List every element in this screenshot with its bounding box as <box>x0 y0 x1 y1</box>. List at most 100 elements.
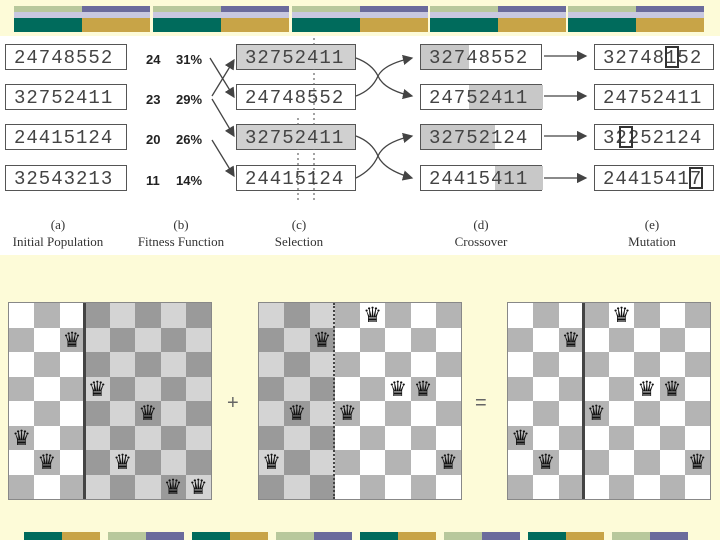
board-square <box>34 474 60 499</box>
board-square <box>160 401 186 426</box>
board-square <box>609 376 635 401</box>
board-square <box>684 303 710 328</box>
board-square <box>284 376 310 401</box>
board-square <box>9 401 35 426</box>
board-square <box>135 450 161 475</box>
board-square <box>558 303 584 328</box>
board-square <box>508 474 534 499</box>
population-string: 32752411 <box>5 84 127 110</box>
board-square <box>309 376 335 401</box>
plus-sign: + <box>227 392 239 414</box>
mutated-string: 32748152 <box>594 44 714 70</box>
deco-segment <box>108 532 146 540</box>
queen-icon: ♛ <box>511 425 530 450</box>
board-square <box>259 303 285 328</box>
board-square <box>59 474 85 499</box>
board-square <box>34 303 60 328</box>
board-square <box>508 327 534 352</box>
board-square <box>284 303 310 328</box>
board-square <box>659 425 685 450</box>
board-square <box>9 450 35 475</box>
board-square <box>84 425 110 450</box>
board-square <box>110 474 136 499</box>
board-square <box>334 352 360 377</box>
queen-icon: ♛ <box>262 450 281 474</box>
board-square <box>160 352 186 377</box>
deco-segment <box>276 532 314 540</box>
board-square <box>634 401 660 426</box>
board-square <box>259 474 285 499</box>
board-square <box>135 303 161 328</box>
board-square <box>558 376 584 401</box>
board-square <box>185 352 211 377</box>
board-square <box>110 327 136 352</box>
board-square <box>185 376 211 401</box>
board-square <box>533 303 559 328</box>
mutation-marker <box>665 46 679 68</box>
selected-string: 24415124 <box>236 165 356 191</box>
population-string: 24415124 <box>5 124 127 150</box>
board-square <box>583 474 609 499</box>
deco-segment <box>314 532 352 540</box>
deco-segment <box>528 532 566 540</box>
board-square <box>309 352 335 377</box>
selected-string: 32752411 <box>236 44 356 70</box>
board-square <box>385 303 411 328</box>
equals-sign: = <box>475 392 487 414</box>
board-square <box>259 327 285 352</box>
queen-icon: ♛ <box>586 401 606 425</box>
queen-icon: ♛ <box>312 327 332 352</box>
board-square <box>659 474 685 499</box>
board-square <box>284 352 310 377</box>
board-square <box>684 327 710 352</box>
deco-segment <box>482 532 520 540</box>
board-square <box>34 401 60 426</box>
board-square <box>508 450 534 475</box>
board-square <box>34 352 60 377</box>
deco-segment <box>650 532 688 540</box>
board-square <box>583 303 609 328</box>
board-square <box>533 474 559 499</box>
board-square <box>659 450 685 475</box>
board-square <box>533 327 559 352</box>
board-square <box>259 425 285 450</box>
board-square <box>309 401 335 426</box>
board-square <box>360 352 386 377</box>
board-square <box>360 425 386 450</box>
board-square <box>558 425 584 450</box>
deco-segment <box>566 532 604 540</box>
population-string: 24748552 <box>5 44 127 70</box>
queen-icon: ♛ <box>413 376 433 401</box>
board-square <box>684 401 710 426</box>
board-square <box>185 327 211 352</box>
deco-segment <box>360 532 398 540</box>
deco-segment <box>230 532 268 540</box>
board-square <box>558 401 584 426</box>
board-square <box>583 352 609 377</box>
board-square <box>609 474 635 499</box>
board-square <box>259 376 285 401</box>
board-square <box>634 450 660 475</box>
deco-segment <box>612 532 650 540</box>
queen-icon: ♛ <box>62 327 82 352</box>
board-square <box>59 401 85 426</box>
deco-segment <box>62 532 100 540</box>
board-square <box>385 327 411 352</box>
board-square <box>385 401 411 426</box>
board-square <box>609 450 635 475</box>
board-square <box>160 450 186 475</box>
board-square <box>309 303 335 328</box>
board-square <box>659 327 685 352</box>
population-string: 32543213 <box>5 165 127 191</box>
board-square <box>160 327 186 352</box>
board-square <box>34 327 60 352</box>
queen-icon: ♛ <box>337 401 357 425</box>
queen-icon: ♛ <box>138 401 158 425</box>
queen-icon: ♛ <box>388 376 408 401</box>
board-square <box>659 303 685 328</box>
board-square <box>160 376 186 401</box>
board-square <box>634 352 660 377</box>
board-square <box>84 327 110 352</box>
board-square <box>135 352 161 377</box>
board-square <box>558 474 584 499</box>
